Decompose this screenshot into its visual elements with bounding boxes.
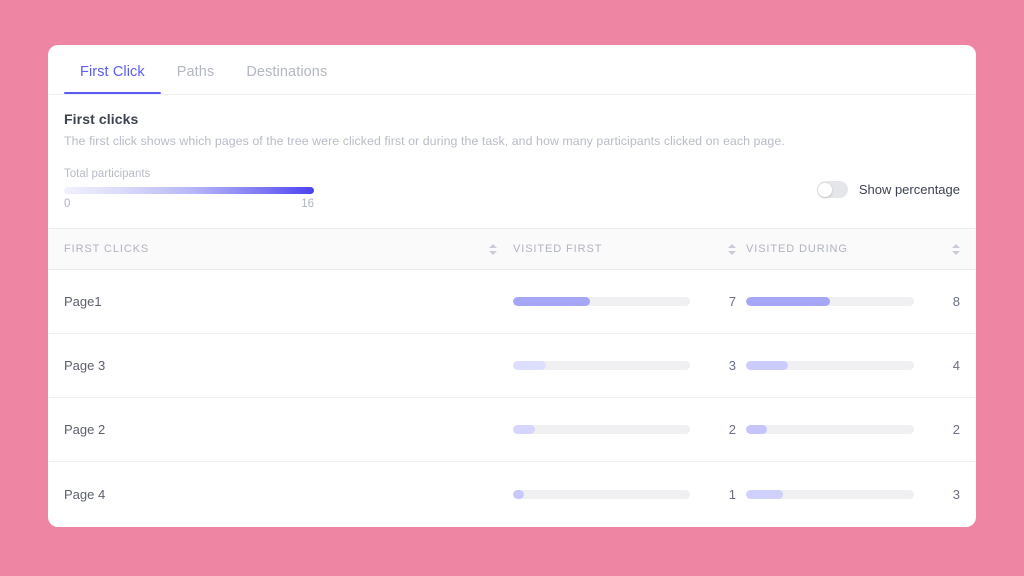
table-row[interactable]: Page1 7 8 bbox=[48, 270, 976, 334]
visited-first-bar-track bbox=[513, 297, 690, 306]
visited-first-bar-fill bbox=[513, 425, 535, 434]
visited-during-bar-fill bbox=[746, 490, 783, 499]
table-row[interactable]: Page 4 1 3 bbox=[48, 462, 976, 526]
scale-max-label: 16 bbox=[301, 198, 314, 210]
visited-during-value: 3 bbox=[914, 487, 960, 502]
tab-paths-label: Paths bbox=[177, 64, 215, 80]
visited-first-bar-track bbox=[513, 425, 690, 434]
participants-scale-legend: Total participants 0 16 bbox=[64, 168, 314, 210]
visited-during-bar-fill bbox=[746, 297, 830, 306]
row-visited-first-cell: 7 bbox=[513, 294, 746, 309]
visited-during-bar-track bbox=[746, 425, 914, 434]
chevron-updown-icon[interactable] bbox=[952, 244, 960, 255]
row-visited-first-cell: 2 bbox=[513, 422, 746, 437]
row-page-name: Page 3 bbox=[48, 358, 513, 373]
table-row[interactable]: Page 2 2 2 bbox=[48, 398, 976, 462]
panel-description: The first click shows which pages of the… bbox=[64, 134, 960, 148]
visited-first-value: 1 bbox=[690, 487, 736, 502]
row-visited-during-cell: 3 bbox=[746, 487, 976, 502]
page-title: First clicks bbox=[64, 111, 960, 127]
scale-gradient-bar bbox=[64, 187, 314, 194]
tab-destinations[interactable]: Destinations bbox=[230, 64, 343, 94]
visited-first-value: 3 bbox=[690, 358, 736, 373]
show-percentage-label: Show percentage bbox=[859, 182, 960, 197]
visited-during-value: 8 bbox=[914, 294, 960, 309]
visited-first-bar-fill bbox=[513, 361, 546, 370]
table-row[interactable]: Page 3 3 4 bbox=[48, 334, 976, 398]
visited-first-bar-track bbox=[513, 490, 690, 499]
scale-and-toggle-row: Total participants 0 16 Show percentage bbox=[48, 148, 976, 210]
visited-first-value: 2 bbox=[690, 422, 736, 437]
visited-first-bar-fill bbox=[513, 490, 524, 499]
chevron-updown-icon[interactable] bbox=[728, 244, 736, 255]
row-visited-during-cell: 8 bbox=[746, 294, 976, 309]
column-header-visited-during-label: VISITED DURING bbox=[746, 243, 848, 255]
row-page-name: Page 2 bbox=[48, 422, 513, 437]
row-visited-first-cell: 3 bbox=[513, 358, 746, 373]
show-percentage-toggle[interactable] bbox=[817, 181, 848, 198]
tab-paths[interactable]: Paths bbox=[161, 64, 231, 94]
visited-during-bar-track bbox=[746, 361, 914, 370]
scale-min-label: 0 bbox=[64, 198, 70, 210]
row-visited-during-cell: 2 bbox=[746, 422, 976, 437]
column-header-visited-first[interactable]: VISITED FIRST bbox=[513, 243, 746, 255]
chevron-updown-icon[interactable] bbox=[489, 244, 497, 255]
visited-first-bar-fill bbox=[513, 297, 590, 306]
row-visited-first-cell: 1 bbox=[513, 487, 746, 502]
column-header-visited-during[interactable]: VISITED DURING bbox=[746, 243, 976, 255]
visited-first-value: 7 bbox=[690, 294, 736, 309]
row-visited-during-cell: 4 bbox=[746, 358, 976, 373]
first-click-card: First Click Paths Destinations First cli… bbox=[48, 45, 976, 527]
scale-ticks: 0 16 bbox=[64, 198, 314, 210]
visited-during-value: 4 bbox=[914, 358, 960, 373]
visited-during-bar-fill bbox=[746, 361, 788, 370]
column-header-visited-first-label: VISITED FIRST bbox=[513, 243, 602, 255]
panel-intro: First clicks The first click shows which… bbox=[48, 95, 976, 148]
column-header-first-clicks[interactable]: FIRST CLICKS bbox=[48, 243, 513, 255]
tab-destinations-label: Destinations bbox=[246, 64, 327, 80]
first-clicks-table: FIRST CLICKS VISITED FIRST VISITED DURIN… bbox=[48, 228, 976, 526]
scale-label: Total participants bbox=[64, 168, 314, 180]
column-header-first-clicks-label: FIRST CLICKS bbox=[64, 243, 149, 255]
visited-during-bar-fill bbox=[746, 425, 767, 434]
toggle-knob-icon bbox=[818, 183, 832, 197]
table-header-row: FIRST CLICKS VISITED FIRST VISITED DURIN… bbox=[48, 228, 976, 270]
tab-first-click-label: First Click bbox=[80, 64, 145, 80]
row-page-name: Page 4 bbox=[48, 487, 513, 502]
visited-during-bar-track bbox=[746, 490, 914, 499]
show-percentage-control[interactable]: Show percentage bbox=[817, 181, 960, 210]
tab-bar: First Click Paths Destinations bbox=[48, 45, 976, 95]
row-page-name: Page1 bbox=[48, 294, 513, 309]
tab-first-click[interactable]: First Click bbox=[64, 64, 161, 94]
visited-first-bar-track bbox=[513, 361, 690, 370]
visited-during-bar-track bbox=[746, 297, 914, 306]
visited-during-value: 2 bbox=[914, 422, 960, 437]
